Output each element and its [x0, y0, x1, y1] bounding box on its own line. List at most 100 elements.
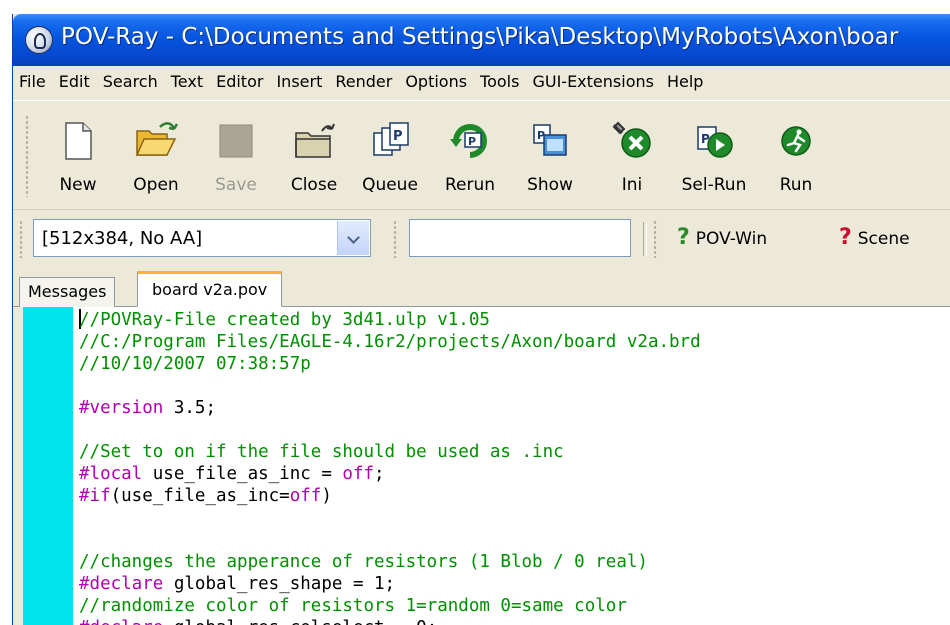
- new-label: New: [59, 175, 97, 195]
- toolbar-grip[interactable]: [25, 115, 29, 197]
- menu-render[interactable]: Render: [329, 68, 398, 96]
- code-line[interactable]: #if(use_file_as_inc=off): [79, 485, 701, 507]
- menu-text[interactable]: Text: [165, 68, 209, 96]
- code-line[interactable]: #declare global_res_colselect = 0;: [79, 617, 701, 625]
- code-line[interactable]: #local use_file_as_inc = off;: [79, 463, 701, 485]
- toolbar-separator: [643, 222, 647, 256]
- code-comment: //10/10/2007 07:38:57p: [79, 354, 311, 374]
- code-line[interactable]: [79, 507, 701, 529]
- menu-bar: File Edit Search Text Editor Insert Rend…: [13, 66, 950, 98]
- run-button[interactable]: Run: [759, 111, 833, 203]
- code-token: #declare: [79, 618, 163, 625]
- code-token: #declare: [79, 574, 164, 594]
- code-token: #local: [79, 464, 143, 484]
- render-toolbar: [512x384, No AA] ? POV-Win ? Scene: [13, 209, 950, 268]
- menu-options[interactable]: Options: [399, 68, 473, 96]
- run-icon: [781, 126, 811, 156]
- menu-file[interactable]: File: [13, 68, 52, 96]
- menu-search[interactable]: Search: [97, 68, 164, 96]
- code-line[interactable]: //changes the apperance of resistors (1 …: [79, 551, 701, 573]
- code-token: use_file_as_inc =: [142, 464, 343, 484]
- menu-tools[interactable]: Tools: [474, 68, 525, 96]
- scene-help-button[interactable]: ? Scene: [839, 224, 910, 252]
- main-toolbar: New Open Save Close P Queue P Rerun P Sh…: [13, 100, 950, 209]
- code-text[interactable]: //POVRay-File created by 3d41.ulp v1.05/…: [79, 309, 701, 625]
- save-button[interactable]: Save: [199, 111, 273, 203]
- toolbar3-grip[interactable]: [393, 220, 397, 258]
- menu-insert[interactable]: Insert: [270, 68, 328, 96]
- tab-messages[interactable]: Messages: [19, 277, 116, 307]
- menu-gui-extensions[interactable]: GUI-Extensions: [526, 68, 659, 96]
- resolution-select[interactable]: [512x384, No AA]: [33, 219, 371, 257]
- editor-tabs: Messages board v2a.pov: [13, 268, 950, 307]
- code-comment: //changes the apperance of resistors (1 …: [79, 552, 648, 572]
- code-token: off: [289, 486, 322, 506]
- code-token: #if: [79, 486, 111, 506]
- code-token: #version: [79, 398, 164, 418]
- code-line[interactable]: //Set to on if the file should be used a…: [79, 441, 701, 463]
- code-token: ;: [374, 464, 385, 484]
- ini-wrench-icon: [612, 121, 651, 158]
- save-disk-icon: [219, 124, 253, 158]
- title-bar[interactable]: POV-Ray - C:\Documents and Settings\Pika…: [13, 14, 950, 66]
- save-label: Save: [215, 175, 257, 195]
- close-button[interactable]: Close: [277, 111, 351, 203]
- toolbar4-grip[interactable]: [653, 220, 657, 258]
- code-line[interactable]: [79, 529, 701, 551]
- povray-app-icon[interactable]: [25, 26, 53, 54]
- editor-gutter[interactable]: [23, 307, 73, 625]
- code-line[interactable]: #version 3.5;: [79, 397, 701, 419]
- queue-button[interactable]: P Queue: [353, 111, 427, 203]
- povwin-help-label: POV-Win: [695, 229, 768, 249]
- scene-help-label: Scene: [857, 229, 910, 249]
- command-line-input[interactable]: [409, 219, 631, 257]
- close-folder-icon: [295, 123, 335, 158]
- show-button[interactable]: P Show: [513, 111, 587, 203]
- code-comment: //Set to on if the file should be used a…: [79, 442, 564, 462]
- scene-question-icon: ?: [839, 225, 852, 250]
- code-line[interactable]: //10/10/2007 07:38:57p: [79, 353, 701, 375]
- code-line[interactable]: //C:/Program Files/EAGLE-4.16r2/projects…: [79, 331, 701, 353]
- menu-edit[interactable]: Edit: [53, 68, 96, 96]
- new-button[interactable]: New: [41, 111, 115, 203]
- rerun-icon: P: [450, 124, 487, 158]
- sel-run-icon: P: [697, 126, 733, 158]
- close-label: Close: [290, 175, 338, 195]
- tab-board-v2a-pov[interactable]: board v2a.pov: [137, 271, 283, 307]
- toolbar2-grip[interactable]: [19, 220, 23, 258]
- resolution-value: [512x384, No AA]: [42, 228, 203, 249]
- sel-run-button[interactable]: P Sel-Run: [677, 111, 751, 203]
- show-icon: P: [533, 124, 567, 156]
- rerun-button[interactable]: P Rerun: [433, 111, 507, 203]
- code-line[interactable]: [79, 419, 701, 441]
- sel-run-label: Sel-Run: [681, 175, 747, 195]
- queue-icon: P: [373, 122, 409, 156]
- code-token: global_res_colselect = 0;: [163, 618, 437, 625]
- code-comment: //C:/Program Files/EAGLE-4.16r2/projects…: [79, 332, 701, 352]
- povray-window: POV-Ray - C:\Documents and Settings\Pika…: [12, 14, 950, 625]
- ini-button[interactable]: Ini: [595, 111, 669, 203]
- code-line[interactable]: //POVRay-File created by 3d41.ulp v1.05: [79, 309, 701, 331]
- new-file-icon: [65, 122, 92, 160]
- open-folder-icon: [135, 122, 178, 156]
- rerun-label: Rerun: [444, 175, 496, 195]
- code-line[interactable]: [79, 375, 701, 397]
- run-label: Run: [779, 175, 813, 195]
- open-label: Open: [133, 175, 179, 195]
- open-button[interactable]: Open: [119, 111, 193, 203]
- svg-text:P: P: [468, 135, 476, 148]
- code-comment: //POVRay-File created by 3d41.ulp v1.05: [79, 310, 490, 330]
- help-question-icon: ?: [677, 225, 690, 250]
- code-token: global_res_shape = 1;: [163, 574, 396, 594]
- ini-label: Ini: [621, 175, 643, 195]
- povwin-help-button[interactable]: ? POV-Win: [677, 224, 767, 252]
- code-token: (use_file_as_inc=: [110, 486, 290, 506]
- chevron-down-icon[interactable]: [337, 221, 369, 255]
- code-token: 3.5;: [163, 398, 216, 418]
- menu-help[interactable]: Help: [661, 68, 709, 96]
- code-editor[interactable]: //POVRay-File created by 3d41.ulp v1.05/…: [23, 307, 950, 625]
- code-line[interactable]: //randomize color of resistors 1=random …: [79, 595, 701, 617]
- code-comment: //randomize color of resistors 1=random …: [79, 596, 627, 616]
- menu-editor[interactable]: Editor: [210, 68, 269, 96]
- code-line[interactable]: #declare global_res_shape = 1;: [79, 573, 701, 595]
